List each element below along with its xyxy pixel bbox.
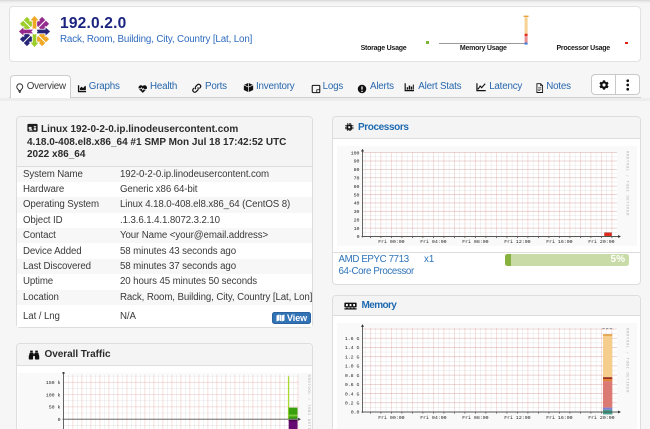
- svg-text:1.4 G: 1.4 G: [345, 345, 360, 351]
- svg-text:50 k: 50 k: [49, 405, 61, 411]
- svg-text:Fri 16:00: Fri 16:00: [546, 415, 572, 421]
- svg-text:0.2 G: 0.2 G: [345, 400, 360, 406]
- svg-text:Fri 16:00: Fri 16:00: [546, 239, 572, 245]
- svg-text:0.0: 0.0: [351, 410, 360, 416]
- svg-text:70: 70: [354, 175, 360, 181]
- svg-text:50: 50: [354, 192, 360, 198]
- svg-text:Fri 12:00: Fri 12:00: [504, 415, 530, 421]
- svg-text:0.8 G: 0.8 G: [345, 373, 360, 379]
- svg-text:100: 100: [351, 150, 360, 156]
- svg-text:1.2 G: 1.2 G: [345, 354, 360, 360]
- svg-text:90: 90: [354, 159, 360, 165]
- svg-text:Fri 00:00: Fri 00:00: [378, 239, 404, 245]
- svg-text:150 k: 150 k: [46, 380, 61, 386]
- svg-text:80: 80: [354, 167, 360, 173]
- svg-text:RRDTOOL / TOBI OETIKER: RRDTOOL / TOBI OETIKER: [625, 151, 630, 216]
- svg-text:1.0 G: 1.0 G: [345, 364, 360, 370]
- svg-text:0.6 G: 0.6 G: [345, 382, 360, 388]
- svg-text:1.6 G: 1.6 G: [345, 336, 360, 342]
- svg-text:30: 30: [354, 209, 360, 215]
- svg-text:Fri 04:00: Fri 04:00: [420, 415, 446, 421]
- svg-text:0: 0: [357, 234, 360, 240]
- svg-text:RRDTOOL / TOBI OETIKER: RRDTOOL / TOBI OETIKER: [625, 328, 630, 393]
- svg-text:RRDTOOL / TOBI OETIKER: RRDTOOL / TOBI OETIKER: [306, 375, 311, 429]
- svg-text:20: 20: [354, 217, 360, 223]
- svg-text:0.4 G: 0.4 G: [345, 391, 360, 397]
- svg-text:Fri 12:00: Fri 12:00: [504, 239, 530, 245]
- svg-text:Fri 00:00: Fri 00:00: [378, 415, 404, 421]
- svg-text:Fri 04:00: Fri 04:00: [420, 239, 446, 245]
- svg-text:60: 60: [354, 184, 360, 190]
- svg-text:Fri 20:00: Fri 20:00: [588, 239, 614, 245]
- svg-text:Fri 08:00: Fri 08:00: [462, 239, 488, 245]
- svg-text:100 k: 100 k: [46, 392, 61, 398]
- svg-text:10: 10: [354, 226, 360, 232]
- svg-text:Fri 08:00: Fri 08:00: [462, 415, 488, 421]
- svg-text:40: 40: [354, 201, 360, 207]
- svg-text:0: 0: [58, 417, 61, 423]
- svg-text:Fri 20:00: Fri 20:00: [588, 415, 614, 421]
